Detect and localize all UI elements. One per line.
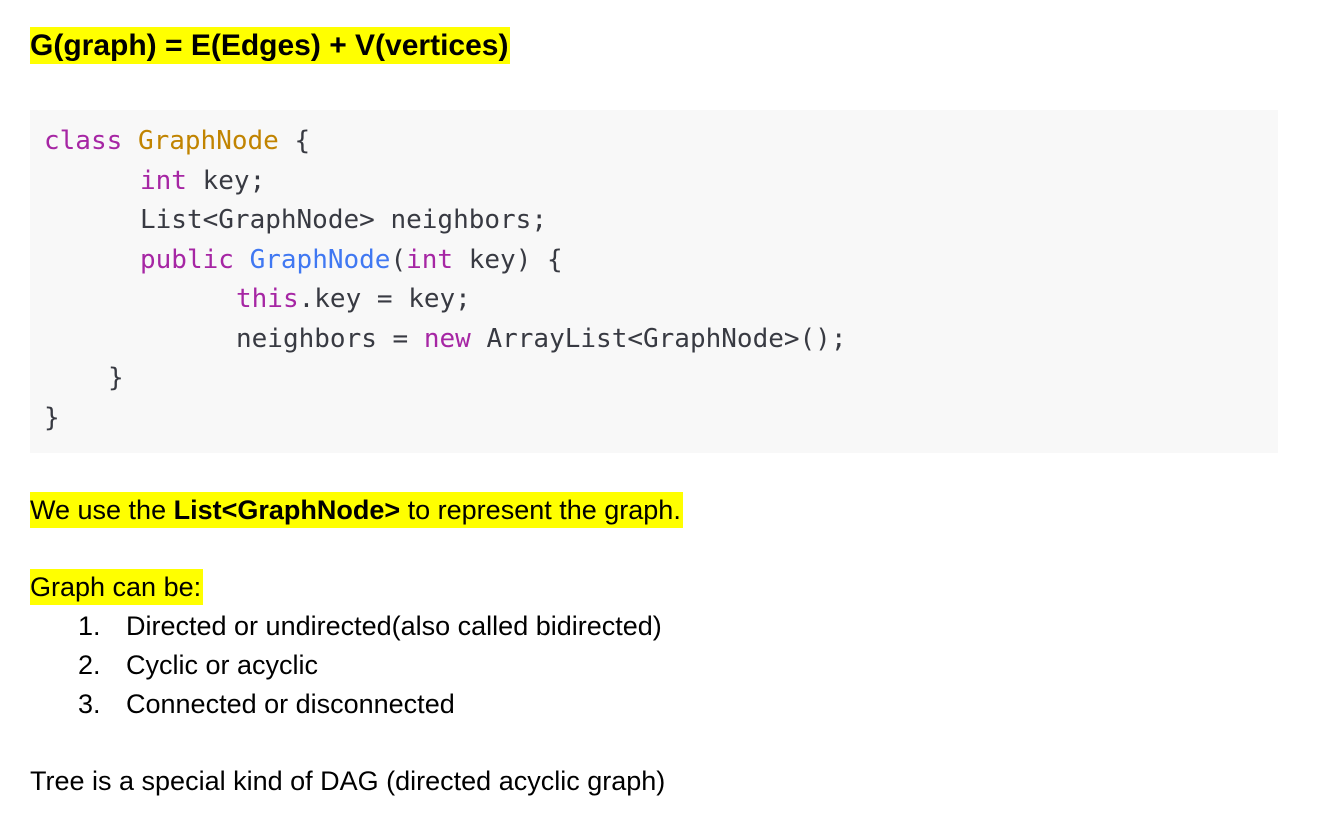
list-representation-paragraph: We use the List<GraphNode> to represent … — [30, 492, 683, 528]
list-item: 3. Connected or disconnected — [78, 686, 455, 722]
code-text: neighbors = — [236, 324, 424, 354]
paragraph-highlight: We use the List<GraphNode> to represent … — [30, 492, 683, 528]
list-item-text: Connected or disconnected — [126, 689, 455, 719]
document-page: G(graph) = E(Edges) + V(vertices) class … — [0, 0, 1324, 816]
code-text: List<GraphNode> neighbors; — [140, 205, 547, 235]
code-keyword: int — [140, 166, 187, 196]
code-text: } — [44, 403, 60, 433]
list-item-number: 1. — [78, 611, 101, 641]
code-keyword: new — [423, 324, 471, 354]
code-keyword: this — [236, 284, 299, 314]
code-keyword: public — [140, 245, 234, 275]
paragraph-text: to represent the graph. — [400, 495, 681, 525]
code-line-7: } — [108, 358, 124, 398]
code-line-8: } — [44, 398, 60, 438]
code-keyword: class — [44, 126, 123, 156]
heading-highlight: G(graph) = E(Edges) + V(vertices) — [30, 27, 511, 64]
code-line-5: this.key = key; — [236, 279, 471, 319]
code-line-2: int key; — [140, 161, 265, 201]
code-text: ArrayList<GraphNode>(); — [470, 324, 847, 354]
list-item-number: 3. — [78, 689, 101, 719]
code-line-4: public GraphNode(int key) { — [140, 240, 563, 280]
tree-note-paragraph: Tree is a special kind of DAG (directed … — [30, 763, 665, 799]
code-line-6: neighbors = new ArrayList<GraphNode>(); — [236, 319, 847, 359]
code-text: .key = key; — [298, 284, 471, 314]
code-text: key) { — [453, 245, 563, 275]
tree-note-text: Tree is a special kind of DAG (directed … — [30, 766, 666, 796]
code-text: } — [108, 363, 124, 393]
list-intro-highlight: Graph can be: — [30, 569, 204, 605]
paragraph-bold-text: List<GraphNode> — [173, 495, 401, 525]
code-block: class GraphNode { int key; List<GraphNod… — [30, 110, 1278, 453]
code-text: ( — [390, 245, 407, 275]
list-item: 1. Directed or undirected(also called bid… — [78, 608, 662, 644]
code-type: GraphNode — [137, 126, 279, 156]
list-intro: Graph can be: — [30, 569, 204, 605]
code-function: GraphNode — [249, 245, 391, 275]
code-keyword: int — [406, 245, 454, 275]
code-text: key; — [186, 166, 266, 196]
code-line-3: List<GraphNode> neighbors; — [140, 200, 547, 240]
page-heading: G(graph) = E(Edges) + V(vertices) — [30, 26, 511, 66]
list-item-number: 2. — [78, 650, 101, 680]
list-item-text: Directed or undirected(also called bidir… — [126, 611, 662, 641]
code-line-1: class GraphNode { — [44, 121, 310, 161]
list-item: 2. Cyclic or acyclic — [78, 647, 318, 683]
code-text: { — [278, 126, 311, 156]
list-item-text: Cyclic or acyclic — [126, 650, 319, 680]
paragraph-text: We use the — [30, 495, 174, 525]
